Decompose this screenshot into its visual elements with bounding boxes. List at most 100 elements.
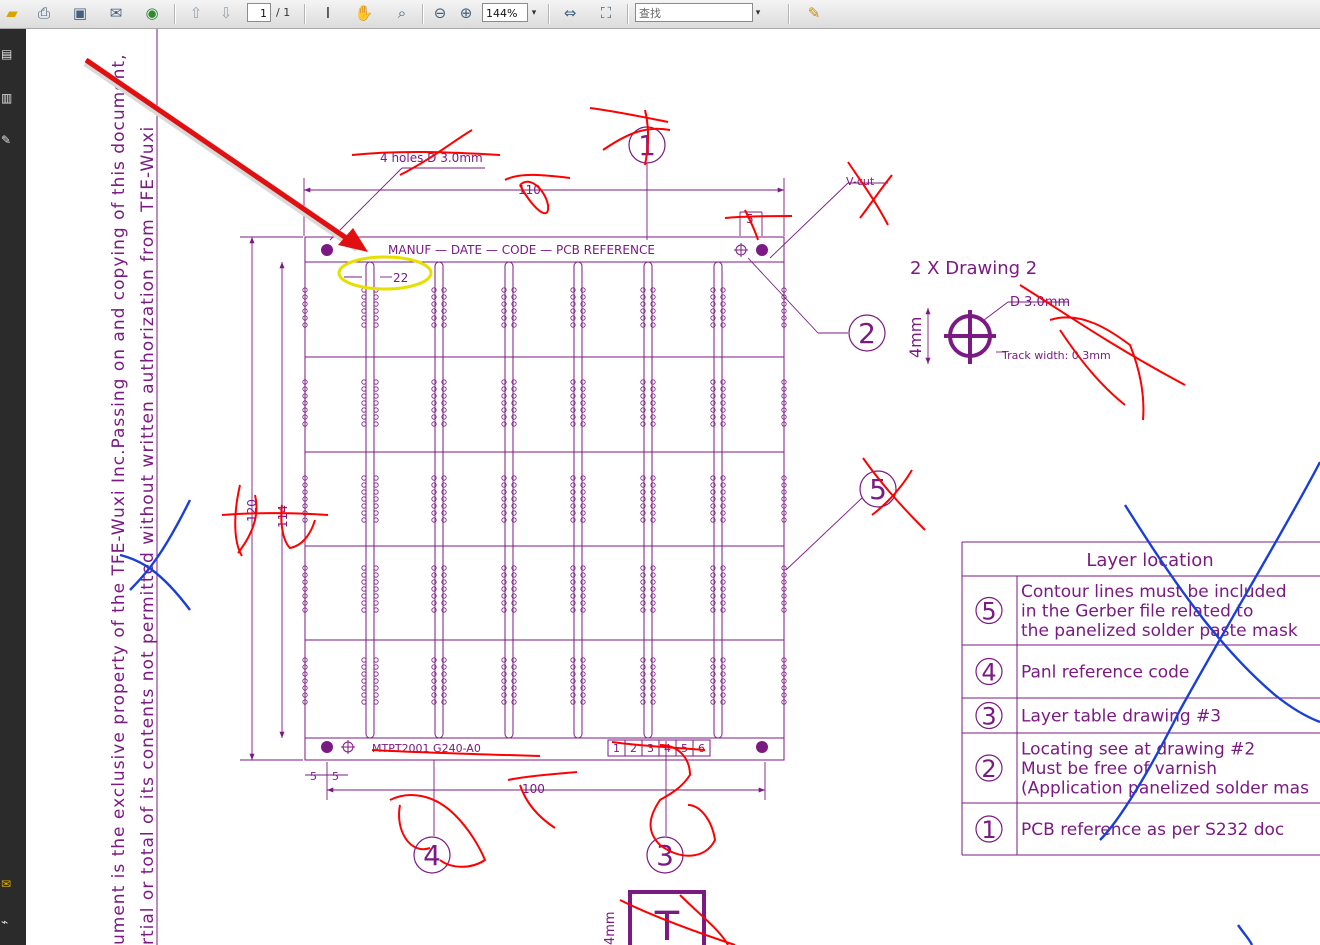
search-dropdown-icon[interactable]: ▾ bbox=[751, 2, 765, 24]
pages-icon[interactable]: ▤ bbox=[1, 47, 15, 63]
pad-hole bbox=[431, 671, 437, 677]
web-collab-icon[interactable]: ◉ bbox=[140, 2, 164, 24]
select-text-icon[interactable]: I bbox=[316, 2, 340, 24]
pencil-icon[interactable]: ✎ bbox=[802, 2, 826, 24]
signatures-icon[interactable]: ✎ bbox=[1, 133, 15, 149]
bottom-dim: 4mm bbox=[603, 911, 618, 945]
search-input[interactable]: 查找 bbox=[635, 3, 753, 22]
pad-hole bbox=[650, 657, 656, 663]
pad-hole bbox=[720, 657, 726, 663]
pad-hole bbox=[511, 294, 517, 300]
layer-row-text: PCB reference as per S232 doc bbox=[1021, 820, 1284, 840]
pad-hole bbox=[580, 400, 586, 406]
pad-hole bbox=[570, 678, 576, 684]
pad-hole bbox=[580, 699, 586, 705]
drawing2-4mm: 4mm bbox=[906, 317, 925, 358]
open-folder-icon[interactable]: ▰ bbox=[0, 2, 24, 24]
dim-5a: 5 bbox=[310, 770, 317, 783]
fit-width-icon[interactable]: ⇔ bbox=[558, 2, 582, 24]
pad-hole bbox=[710, 685, 716, 691]
pad-hole bbox=[431, 414, 437, 420]
pad-hole bbox=[640, 699, 646, 705]
email-icon[interactable]: ✉ bbox=[104, 2, 128, 24]
pad-hole bbox=[431, 579, 437, 585]
pad-hole bbox=[580, 308, 586, 314]
pad-hole bbox=[650, 301, 656, 307]
pad-hole bbox=[570, 475, 576, 481]
zoom-dropdown-icon[interactable]: ▾ bbox=[527, 2, 541, 24]
pad-hole bbox=[640, 287, 646, 293]
pad-hole bbox=[501, 386, 507, 392]
pad-hole bbox=[650, 664, 656, 670]
pad-hole bbox=[570, 692, 576, 698]
pad-hole bbox=[710, 475, 716, 481]
pad-hole bbox=[580, 294, 586, 300]
zoom-level-input[interactable]: 144% bbox=[482, 3, 528, 22]
fit-page-icon[interactable]: ⛶ bbox=[594, 2, 618, 24]
pad-hole bbox=[431, 322, 437, 328]
layer-row-text: Layer table drawing #3 bbox=[1021, 707, 1221, 727]
pad-hole bbox=[720, 393, 726, 399]
pad-hole bbox=[511, 308, 517, 314]
zoom-in-icon[interactable]: ⊕ bbox=[454, 2, 478, 24]
pad-hole bbox=[570, 308, 576, 314]
zoom-out-icon[interactable]: ⊖ bbox=[428, 2, 452, 24]
pad-hole bbox=[650, 517, 656, 523]
pad-hole bbox=[431, 510, 437, 516]
pad-hole bbox=[511, 657, 517, 663]
pad-hole bbox=[640, 475, 646, 481]
pad-hole bbox=[501, 489, 507, 495]
pad-hole bbox=[511, 421, 517, 427]
pad-hole bbox=[431, 572, 437, 578]
layer-row-text: Must be free of varnish bbox=[1021, 759, 1217, 779]
pad-hole bbox=[580, 287, 586, 293]
pad-hole bbox=[431, 593, 437, 599]
pad-hole bbox=[570, 657, 576, 663]
pad-hole bbox=[710, 482, 716, 488]
pad-hole bbox=[511, 600, 517, 606]
dim-22: 22 bbox=[393, 271, 408, 285]
comments-icon[interactable]: ✉ bbox=[1, 877, 15, 893]
pad-hole bbox=[640, 301, 646, 307]
pad-hole bbox=[441, 671, 447, 677]
print-icon[interactable]: ⎙ bbox=[32, 2, 56, 24]
pad-hole bbox=[710, 489, 716, 495]
pad-hole bbox=[580, 572, 586, 578]
pad-hole bbox=[441, 593, 447, 599]
header-text: MANUF — DATE — CODE — PCB REFERENCE bbox=[388, 243, 655, 257]
pad-hole bbox=[650, 386, 656, 392]
pad-hole bbox=[511, 685, 517, 691]
pad-hole bbox=[570, 664, 576, 670]
hand-tool-icon[interactable]: ✋ bbox=[352, 2, 376, 24]
pad-hole bbox=[501, 664, 507, 670]
pad-hole bbox=[441, 386, 447, 392]
next-page-icon[interactable]: ⇩ bbox=[214, 2, 238, 24]
pad-hole bbox=[640, 671, 646, 677]
pad-hole bbox=[720, 685, 726, 691]
pad-hole bbox=[720, 503, 726, 509]
pad-hole bbox=[431, 393, 437, 399]
pad-hole bbox=[710, 671, 716, 677]
pad-hole bbox=[650, 692, 656, 698]
page-number-input[interactable]: 1 bbox=[247, 3, 271, 22]
layer-row-text: Panl reference code bbox=[1021, 663, 1189, 683]
pcb-panel bbox=[302, 236, 787, 761]
pad-hole bbox=[640, 593, 646, 599]
pad-hole bbox=[501, 600, 507, 606]
pad-hole bbox=[511, 593, 517, 599]
layer-row-number: 2 bbox=[981, 755, 996, 783]
pad-hole bbox=[431, 400, 437, 406]
vcut-slots bbox=[365, 261, 723, 739]
pad-hole bbox=[710, 322, 716, 328]
previous-page-icon[interactable]: ⇧ bbox=[184, 2, 208, 24]
pad-hole bbox=[720, 593, 726, 599]
pad-hole bbox=[570, 593, 576, 599]
pad-hole bbox=[501, 301, 507, 307]
zoom-tool-icon[interactable]: ⌕ bbox=[390, 2, 414, 24]
pad-hole bbox=[640, 322, 646, 328]
attachments-icon[interactable]: ⌁ bbox=[1, 915, 15, 931]
pad-hole bbox=[570, 510, 576, 516]
pad-hole bbox=[710, 421, 716, 427]
bookmarks-icon[interactable]: ▥ bbox=[1, 91, 15, 107]
save-icon[interactable]: ▣ bbox=[68, 2, 92, 24]
